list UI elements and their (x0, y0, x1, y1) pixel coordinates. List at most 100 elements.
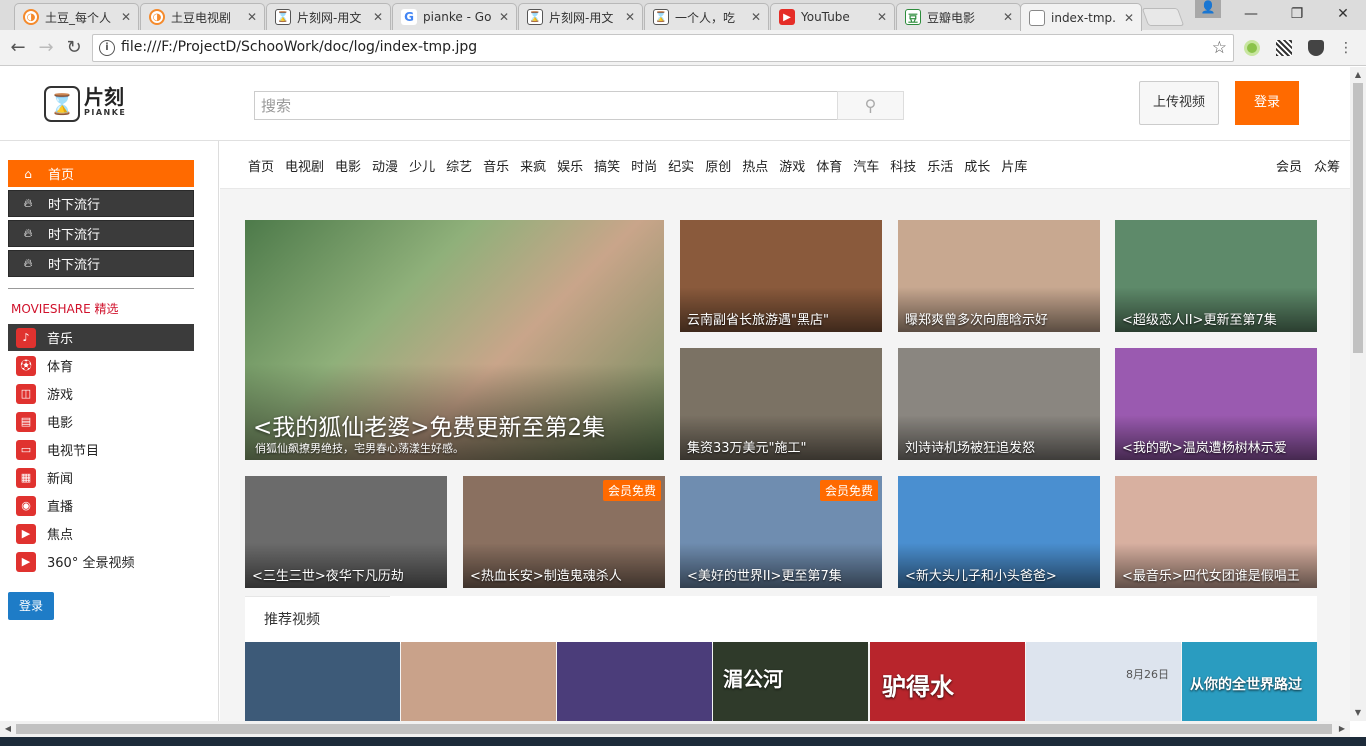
scroll-down-icon[interactable]: ▼ (1350, 705, 1366, 721)
video-tile[interactable]: <最音乐>四代女团谁是假唱王 (1115, 476, 1317, 588)
pianke-logo[interactable]: ⌛ 片刻 PIANKE (44, 86, 126, 122)
channel-link[interactable]: 动漫 (372, 156, 398, 175)
channel-link[interactable]: 汽车 (853, 156, 879, 175)
profile-icon[interactable]: 👤 (1195, 0, 1221, 18)
video-tile[interactable]: <超级恋人II>更新至第7集 (1115, 220, 1317, 332)
address-bar[interactable]: i file:///F:/ProjectD/SchooWork/doc/log/… (92, 34, 1234, 62)
channel-link[interactable]: 科技 (890, 156, 916, 175)
tab-close-icon[interactable]: ✕ (750, 10, 762, 24)
login-button[interactable]: 登录 (1235, 81, 1299, 125)
minimize-button[interactable]: — (1228, 0, 1274, 30)
sidebar-category-movies[interactable]: ▤ 电影 (8, 408, 194, 435)
vertical-scrollbar-thumb[interactable] (1353, 83, 1363, 353)
reload-icon[interactable]: ↻ (62, 36, 86, 60)
channel-link[interactable]: 少儿 (409, 156, 435, 175)
sidebar-category-panorama[interactable]: ▶ 360° 全景视频 (8, 548, 194, 575)
channel-link[interactable]: 游戏 (779, 156, 805, 175)
sidebar-category-tv[interactable]: ▭ 电视节目 (8, 436, 194, 463)
tab-close-icon[interactable]: ✕ (498, 10, 510, 24)
new-tab-button[interactable] (1141, 8, 1185, 26)
tab-close-icon[interactable]: ✕ (876, 10, 888, 24)
tab-close-icon[interactable]: ✕ (1123, 11, 1135, 25)
browser-tab[interactable]: G pianke - Go ✕ (392, 3, 517, 30)
channel-link[interactable]: 音乐 (483, 156, 509, 175)
horizontal-scrollbar[interactable]: ◀ ▶ (0, 721, 1350, 737)
tab-close-icon[interactable]: ✕ (624, 10, 636, 24)
sidebar-category-live[interactable]: ◉ 直播 (8, 492, 194, 519)
scroll-left-icon[interactable]: ◀ (0, 721, 16, 737)
video-tile[interactable]: <三生三世>夜华下凡历劫 (245, 476, 447, 588)
sidebar-item-trending[interactable]: 🔥︎ 时下流行 (8, 220, 194, 247)
menu-icon[interactable]: ⋮ (1338, 40, 1354, 56)
browser-tab[interactable]: ▶ YouTube ✕ (770, 3, 895, 30)
featured-video-tile[interactable]: <我的狐仙老婆>免费更新至第2集 俏狐仙飙撩男绝技，宅男春心荡漾生好感。 (245, 220, 664, 460)
tab-close-icon[interactable]: ✕ (246, 10, 258, 24)
scroll-up-icon[interactable]: ▲ (1350, 67, 1366, 83)
forward-icon[interactable]: → (34, 36, 58, 60)
video-tile[interactable]: 刘诗诗机场被狂追发怒 (898, 348, 1100, 460)
channel-link[interactable]: 时尚 (631, 156, 657, 175)
poster-tile[interactable]: 驴得水 (870, 642, 1025, 721)
channel-link[interactable]: 来疯 (520, 156, 546, 175)
sidebar-login-button[interactable]: 登录 (8, 592, 54, 620)
horizontal-scrollbar-thumb[interactable] (16, 724, 1332, 734)
tab-close-icon[interactable]: ✕ (372, 10, 384, 24)
close-window-button[interactable]: ✕ (1320, 0, 1366, 30)
channel-link[interactable]: 搞笑 (594, 156, 620, 175)
channel-link[interactable]: 片库 (1001, 156, 1027, 175)
poster-tile[interactable] (401, 642, 556, 721)
tab-close-icon[interactable]: ✕ (120, 10, 132, 24)
search-input[interactable] (255, 92, 837, 119)
poster-tile[interactable]: 8月26日 (1026, 642, 1181, 721)
browser-tab[interactable]: ⌛ 片刻网-用文 ✕ (266, 3, 391, 30)
poster-tile[interactable]: 从你的全世界路过 (1182, 642, 1317, 721)
sidebar-category-focus[interactable]: ▶ 焦点 (8, 520, 194, 547)
poster-tile[interactable] (245, 642, 400, 721)
channel-link[interactable]: 电视剧 (285, 156, 324, 175)
channel-link[interactable]: 乐活 (927, 156, 953, 175)
browser-tab[interactable]: ⌛ 一个人，吃 ✕ (644, 3, 769, 30)
channel-link[interactable]: 成长 (964, 156, 990, 175)
upload-video-button[interactable]: 上传视频 (1139, 81, 1219, 125)
browser-tab[interactable]: ◑ 土豆_每个人 ✕ (14, 3, 139, 30)
browser-tab[interactable]: 豆 豆瓣电影 ✕ (896, 3, 1021, 30)
channel-link-vip[interactable]: 会员 (1276, 160, 1302, 175)
pocket-icon[interactable] (1308, 40, 1324, 56)
channel-link[interactable]: 综艺 (446, 156, 472, 175)
channel-link[interactable]: 热点 (742, 156, 768, 175)
video-tile[interactable]: 云南副省长旅游遇"黑店" (680, 220, 882, 332)
sidebar-item-trending[interactable]: 🔥︎ 时下流行 (8, 250, 194, 277)
qr-code-icon[interactable] (1276, 40, 1292, 56)
video-tile[interactable]: 集资33万美元"施工" (680, 348, 882, 460)
poster-tile[interactable] (557, 642, 712, 721)
sidebar-item-home[interactable]: ⌂ 首页 (8, 160, 194, 187)
sidebar-category-music[interactable]: ♪ 音乐 (8, 324, 194, 351)
browser-tab[interactable]: ◑ 土豆电视剧 ✕ (140, 3, 265, 30)
bookmark-star-icon[interactable]: ☆ (1212, 38, 1227, 58)
sidebar-category-games[interactable]: ◫ 游戏 (8, 380, 194, 407)
info-icon[interactable]: i (99, 40, 115, 56)
maximize-button[interactable]: ❐ (1274, 0, 1320, 30)
channel-link[interactable]: 纪实 (668, 156, 694, 175)
sidebar-category-news[interactable]: ▦ 新闻 (8, 464, 194, 491)
browser-tab[interactable]: ⌛ 片刻网-用文 ✕ (518, 3, 643, 30)
poster-tile[interactable]: 湄公河 (713, 642, 868, 721)
sidebar-item-trending[interactable]: 🔥︎ 时下流行 (8, 190, 194, 217)
video-tile[interactable]: <我的歌>温岚遭杨树林示爱 (1115, 348, 1317, 460)
channel-link[interactable]: 娱乐 (557, 156, 583, 175)
video-tile[interactable]: 会员免费 <美好的世界II>更至第7集 (680, 476, 882, 588)
search-button[interactable]: ⚲ (837, 91, 904, 120)
channel-link[interactable]: 电影 (335, 156, 361, 175)
address-url[interactable]: file:///F:/ProjectD/SchooWork/doc/log/in… (121, 39, 477, 55)
channel-link-crowdfunding[interactable]: 众筹 (1314, 160, 1340, 175)
browser-tab-active[interactable]: index-tmp. ✕ (1020, 3, 1142, 31)
sidebar-category-sports[interactable]: ⚽︎ 体育 (8, 352, 194, 379)
tab-close-icon[interactable]: ✕ (1002, 10, 1014, 24)
channel-link[interactable]: 体育 (816, 156, 842, 175)
back-icon[interactable]: ← (6, 36, 30, 60)
video-tile[interactable]: <新大头儿子和小头爸爸> (898, 476, 1100, 588)
channel-link[interactable]: 首页 (248, 156, 274, 175)
channel-link[interactable]: 原创 (705, 156, 731, 175)
video-tile[interactable]: 会员免费 <热血长安>制造鬼魂杀人 (463, 476, 665, 588)
extension-green-icon[interactable] (1244, 40, 1260, 56)
